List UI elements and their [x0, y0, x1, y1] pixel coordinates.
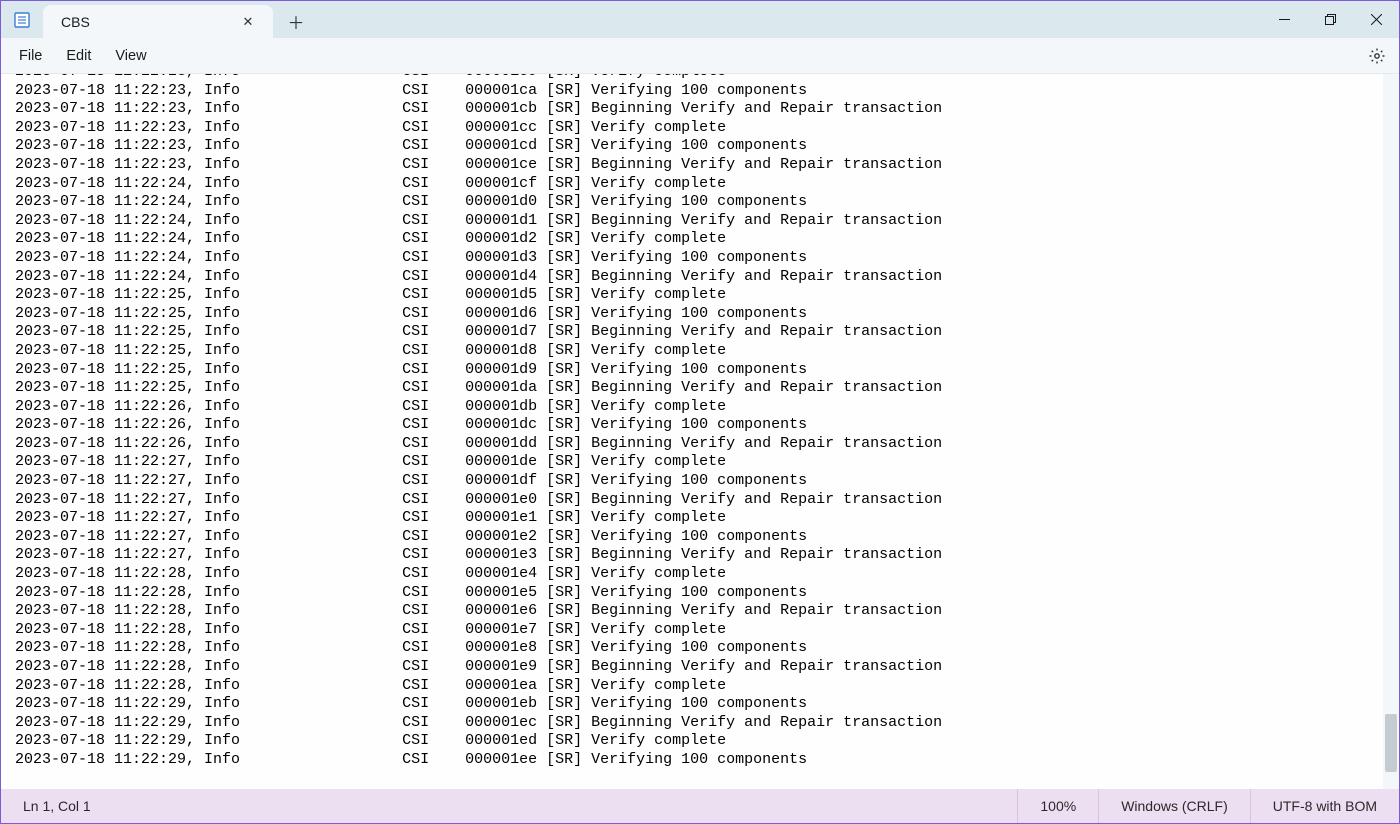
- editor-content[interactable]: 2023-07-18 11:22:23, Info CSI 000001c9 […: [1, 74, 956, 770]
- new-tab-button[interactable]: ＋: [279, 5, 313, 38]
- minimize-button[interactable]: [1261, 1, 1307, 38]
- menu-file[interactable]: File: [7, 42, 54, 70]
- tab-title: CBS: [61, 14, 237, 30]
- menubar: File Edit View: [1, 38, 1399, 74]
- menu-view[interactable]: View: [103, 42, 158, 70]
- status-zoom[interactable]: 100%: [1017, 789, 1098, 823]
- statusbar: Ln 1, Col 1 100% Windows (CRLF) UTF-8 wi…: [1, 789, 1399, 823]
- tab-close-button[interactable]: ✕: [237, 11, 259, 33]
- status-line-ending[interactable]: Windows (CRLF): [1098, 789, 1250, 823]
- window-controls: [1261, 1, 1399, 38]
- status-position[interactable]: Ln 1, Col 1: [1, 798, 1017, 814]
- editor[interactable]: 2023-07-18 11:22:23, Info CSI 000001c9 […: [1, 74, 1399, 789]
- status-encoding[interactable]: UTF-8 with BOM: [1250, 789, 1399, 823]
- close-button[interactable]: [1353, 1, 1399, 38]
- settings-button[interactable]: [1361, 40, 1393, 72]
- maximize-button[interactable]: [1307, 1, 1353, 38]
- tab[interactable]: CBS ✕: [43, 5, 273, 38]
- app-icon: [1, 1, 43, 38]
- vertical-scrollbar[interactable]: [1383, 74, 1399, 789]
- menu-edit[interactable]: Edit: [54, 42, 103, 70]
- titlebar: CBS ✕ ＋: [1, 1, 1399, 38]
- scrollbar-thumb[interactable]: [1385, 714, 1397, 772]
